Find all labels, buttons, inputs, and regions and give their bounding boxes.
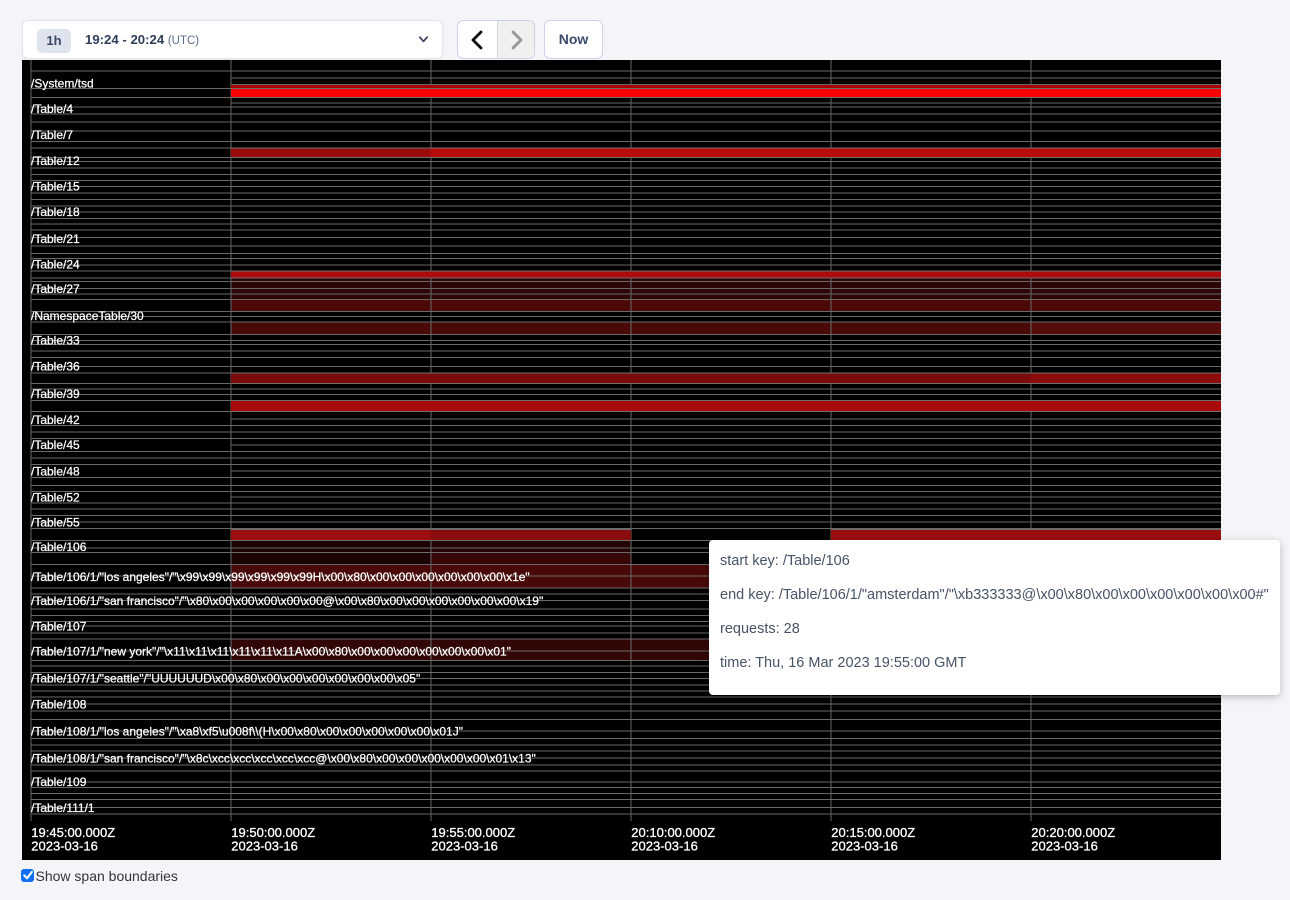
svg-text:/Table/18: /Table/18 xyxy=(31,205,80,219)
svg-text:2023-03-16: 2023-03-16 xyxy=(431,839,498,854)
svg-text:/Table/24: /Table/24 xyxy=(31,258,80,272)
svg-text:/Table/108: /Table/108 xyxy=(31,697,87,711)
svg-text:2023-03-16: 2023-03-16 xyxy=(831,839,898,854)
svg-text:/Table/106/1/"san francisco"/": /Table/106/1/"san francisco"/"\x80\x00\x… xyxy=(31,594,543,608)
svg-text:/Table/107/1/"seattle"/"UUUUUU: /Table/107/1/"seattle"/"UUUUUUD\x00\x80\… xyxy=(31,672,420,686)
svg-text:/Table/15: /Table/15 xyxy=(31,180,80,194)
svg-text:/Table/4: /Table/4 xyxy=(31,102,73,116)
svg-text:/Table/109: /Table/109 xyxy=(31,775,87,789)
svg-text:/Table/106/1/"los angeles"/"\x: /Table/106/1/"los angeles"/"\x99\x99\x99… xyxy=(31,570,530,584)
svg-text:/Table/45: /Table/45 xyxy=(31,438,80,452)
svg-text:/Table/108/1/"los angeles"/"\x: /Table/108/1/"los angeles"/"\xa8\xf5\u00… xyxy=(31,724,463,738)
svg-text:/Table/12: /Table/12 xyxy=(31,154,80,168)
svg-text:2023-03-16: 2023-03-16 xyxy=(1031,839,1098,854)
svg-text:/Table/52: /Table/52 xyxy=(31,490,80,504)
svg-text:/Table/7: /Table/7 xyxy=(31,128,73,142)
svg-text:2023-03-16: 2023-03-16 xyxy=(631,839,698,854)
svg-text:/Table/111/1: /Table/111/1 xyxy=(31,801,95,815)
svg-text:/Table/107/1/"new york"/"\x11\: /Table/107/1/"new york"/"\x11\x11\x11\x1… xyxy=(31,644,511,658)
svg-text:/Table/39: /Table/39 xyxy=(31,387,80,401)
svg-text:2023-03-16: 2023-03-16 xyxy=(231,839,297,854)
svg-text:/Table/21: /Table/21 xyxy=(31,232,80,246)
svg-text:/Table/42: /Table/42 xyxy=(31,413,80,427)
svg-text:/Table/55: /Table/55 xyxy=(31,515,80,529)
svg-text:/Table/106: /Table/106 xyxy=(31,540,87,554)
svg-text:/Table/33: /Table/33 xyxy=(31,333,80,347)
svg-text:/Table/27: /Table/27 xyxy=(31,282,80,296)
svg-text:/Table/108/1/"san francisco"/": /Table/108/1/"san francisco"/"\x8c\xcc\x… xyxy=(31,751,536,765)
svg-text:/Table/107: /Table/107 xyxy=(31,620,87,634)
svg-text:2023-03-16: 2023-03-16 xyxy=(31,839,98,854)
svg-text:/Table/36: /Table/36 xyxy=(31,360,80,374)
svg-text:/System/tsd: /System/tsd xyxy=(31,76,94,90)
svg-text:/Table/48: /Table/48 xyxy=(31,464,80,478)
svg-text:/NamespaceTable/30: /NamespaceTable/30 xyxy=(31,309,144,323)
